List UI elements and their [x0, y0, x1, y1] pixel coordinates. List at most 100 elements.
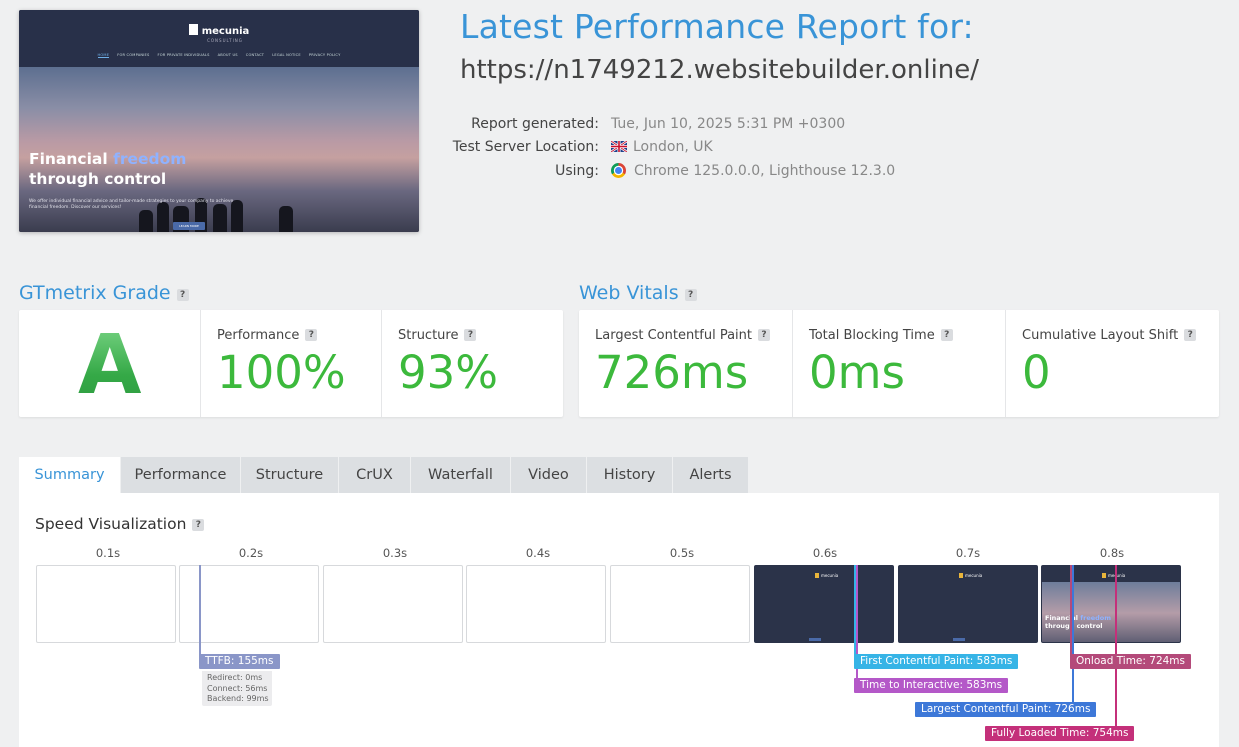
thumbnail-headline-part: Financial — [29, 150, 108, 168]
filmstrip-frame[interactable] — [323, 565, 463, 643]
thumbnail-logo: mecunia CONSULTING — [19, 24, 419, 43]
report-generated-label: Report generated: — [471, 116, 599, 132]
fully-loaded-marker-line — [1115, 565, 1117, 727]
structure-label: Structure? — [398, 328, 477, 343]
tab-summary[interactable]: Summary — [19, 457, 121, 493]
cls-cell: Cumulative Layout Shift? 0 — [1005, 310, 1220, 417]
web-vitals-heading: Web Vitals? — [579, 282, 697, 304]
web-vitals-card: Largest Contentful Paint? 726ms Total Bl… — [579, 310, 1219, 417]
help-icon[interactable]: ? — [192, 519, 205, 531]
using-value: Chrome 125.0.0.0, Lighthouse 12.3.0 — [611, 163, 895, 179]
filmstrip-frame[interactable] — [36, 565, 176, 643]
frame-button — [953, 638, 965, 641]
web-vitals-heading-text: Web Vitals — [579, 282, 679, 304]
timeline-tick: 0.2s — [238, 546, 264, 560]
gtmetrix-grade-heading: GTmetrix Grade? — [19, 282, 189, 304]
thumbnail-people-silhouettes — [129, 190, 329, 232]
frame-logo: mecunia — [1102, 573, 1125, 578]
tti-marker-label[interactable]: Time to Interactive: 583ms — [854, 678, 1009, 693]
ttfb-marker-line — [199, 565, 201, 655]
fcp-marker-label[interactable]: First Contentful Paint: 583ms — [854, 654, 1019, 669]
ttfb-connect: Connect: 56ms — [207, 683, 268, 693]
frame-logo-text: mecunia — [965, 573, 983, 578]
lcp-label-text: Largest Contentful Paint — [595, 328, 753, 343]
thumbnail-menu-item: LEGAL NOTICE — [272, 53, 301, 57]
help-icon[interactable]: ? — [758, 329, 771, 341]
tab-video[interactable]: Video — [511, 457, 587, 493]
thumbnail-menu-item: ABOUT US — [217, 53, 238, 57]
tab-structure[interactable]: Structure — [241, 457, 339, 493]
filmstrip-frame[interactable] — [466, 565, 606, 643]
thumbnail-menu-item: FOR PRIVATE INDIVIDUALS — [157, 53, 210, 57]
lcp-cell: Largest Contentful Paint? 726ms — [579, 310, 792, 417]
thumbnail-headline-line2: through control — [29, 170, 167, 188]
summary-panel: Speed Visualization? 0.1s 0.2s 0.3s 0.4s… — [19, 493, 1219, 747]
report-url[interactable]: https://n1749212.websitebuilder.online/ — [460, 55, 979, 85]
ttfb-backend: Backend: 99ms — [207, 694, 269, 703]
help-icon[interactable]: ? — [305, 329, 318, 341]
thumbnail-description: We offer individual financial advice and… — [29, 199, 234, 210]
filmstrip-frame[interactable]: mecunia Financial freedomthrough control — [1041, 565, 1181, 643]
filmstrip-frame[interactable] — [610, 565, 750, 643]
frame-button — [809, 638, 821, 641]
cls-label-text: Cumulative Layout Shift — [1022, 328, 1179, 343]
tbt-cell: Total Blocking Time? 0ms — [792, 310, 1006, 417]
performance-score: 100% — [217, 346, 346, 399]
thumbnail-menu-item: FOR COMPANIES — [117, 53, 150, 57]
onload-marker-label[interactable]: Onload Time: 724ms — [1070, 654, 1192, 669]
location-text: London, UK — [633, 139, 713, 155]
help-icon[interactable]: ? — [464, 329, 477, 341]
filmstrip-frame[interactable]: mecunia — [754, 565, 894, 643]
fully-loaded-marker-label[interactable]: Fully Loaded Time: 754ms — [985, 726, 1135, 741]
timeline-tick: 0.4s — [525, 546, 551, 560]
performance-cell: Performance? 100% — [200, 310, 382, 417]
uk-flag-icon — [611, 141, 627, 152]
help-icon[interactable]: ? — [940, 329, 953, 341]
ttfb-marker-label[interactable]: TTFB: 155ms — [199, 654, 280, 669]
cls-value: 0 — [1022, 346, 1051, 399]
test-server-location-label: Test Server Location: — [452, 139, 599, 155]
grade-letter: A — [78, 318, 142, 413]
speed-visualization-title: Speed Visualization? — [35, 515, 205, 533]
frame-headline-highlight: freedom — [1080, 614, 1112, 622]
thumbnail-learn-more-button: LEARN MORE — [173, 222, 205, 230]
gtmetrix-grade-card: A Performance? 100% Structure? 93% — [19, 310, 563, 417]
test-server-location-value: London, UK — [611, 139, 713, 155]
tab-alerts[interactable]: Alerts — [673, 457, 749, 493]
tbt-label-text: Total Blocking Time — [809, 328, 935, 343]
chrome-icon — [611, 163, 626, 178]
tab-performance[interactable]: Performance — [121, 457, 241, 493]
grade-cell: A — [19, 310, 200, 417]
page-screenshot-thumbnail[interactable]: mecunia CONSULTING HOME FOR COMPANIES FOR P… — [19, 10, 419, 232]
report-generated-value: Tue, Jun 10, 2025 5:31 PM +0300 — [611, 116, 846, 132]
onload-marker-line — [1070, 565, 1072, 655]
timeline-tick: 0.8s — [1099, 546, 1125, 560]
thumbnail-menu-item: PRIVACY POLICY — [308, 53, 341, 57]
thumbnail-menu: HOME FOR COMPANIES FOR PRIVATE INDIVIDUALS… — [19, 53, 419, 58]
tab-waterfall[interactable]: Waterfall — [411, 457, 511, 493]
lcp-marker-line — [1072, 565, 1074, 703]
structure-cell: Structure? 93% — [381, 310, 564, 417]
timeline-tick: 0.1s — [95, 546, 121, 560]
frame-logo-text: mecunia — [821, 573, 839, 578]
help-icon[interactable]: ? — [684, 289, 697, 301]
lcp-marker-label[interactable]: Largest Contentful Paint: 726ms — [915, 702, 1097, 717]
help-icon[interactable]: ? — [176, 289, 189, 301]
performance-label-text: Performance — [217, 328, 300, 343]
structure-label-text: Structure — [398, 328, 459, 343]
cls-label: Cumulative Layout Shift? — [1022, 328, 1197, 343]
browser-version-text: Chrome 125.0.0.0, Lighthouse 12.3.0 — [634, 163, 896, 179]
speed-visualization-title-text: Speed Visualization — [35, 515, 187, 533]
tbt-label: Total Blocking Time? — [809, 328, 953, 343]
tbt-value: 0ms — [809, 346, 905, 399]
tab-crux[interactable]: CrUX — [339, 457, 411, 493]
frame-headline: Financial freedom through control — [1045, 614, 1111, 630]
tab-history[interactable]: History — [587, 457, 673, 493]
filmstrip-frame[interactable]: mecunia — [898, 565, 1038, 643]
timeline-tick: 0.6s — [812, 546, 838, 560]
thumbnail-logo-sub: CONSULTING — [207, 38, 243, 43]
thumbnail-headline-highlight: freedom — [113, 150, 187, 168]
help-icon[interactable]: ? — [1184, 329, 1197, 341]
logo-mark-icon — [188, 24, 198, 35]
thumbnail-menu-item: CONTACT — [245, 53, 265, 57]
